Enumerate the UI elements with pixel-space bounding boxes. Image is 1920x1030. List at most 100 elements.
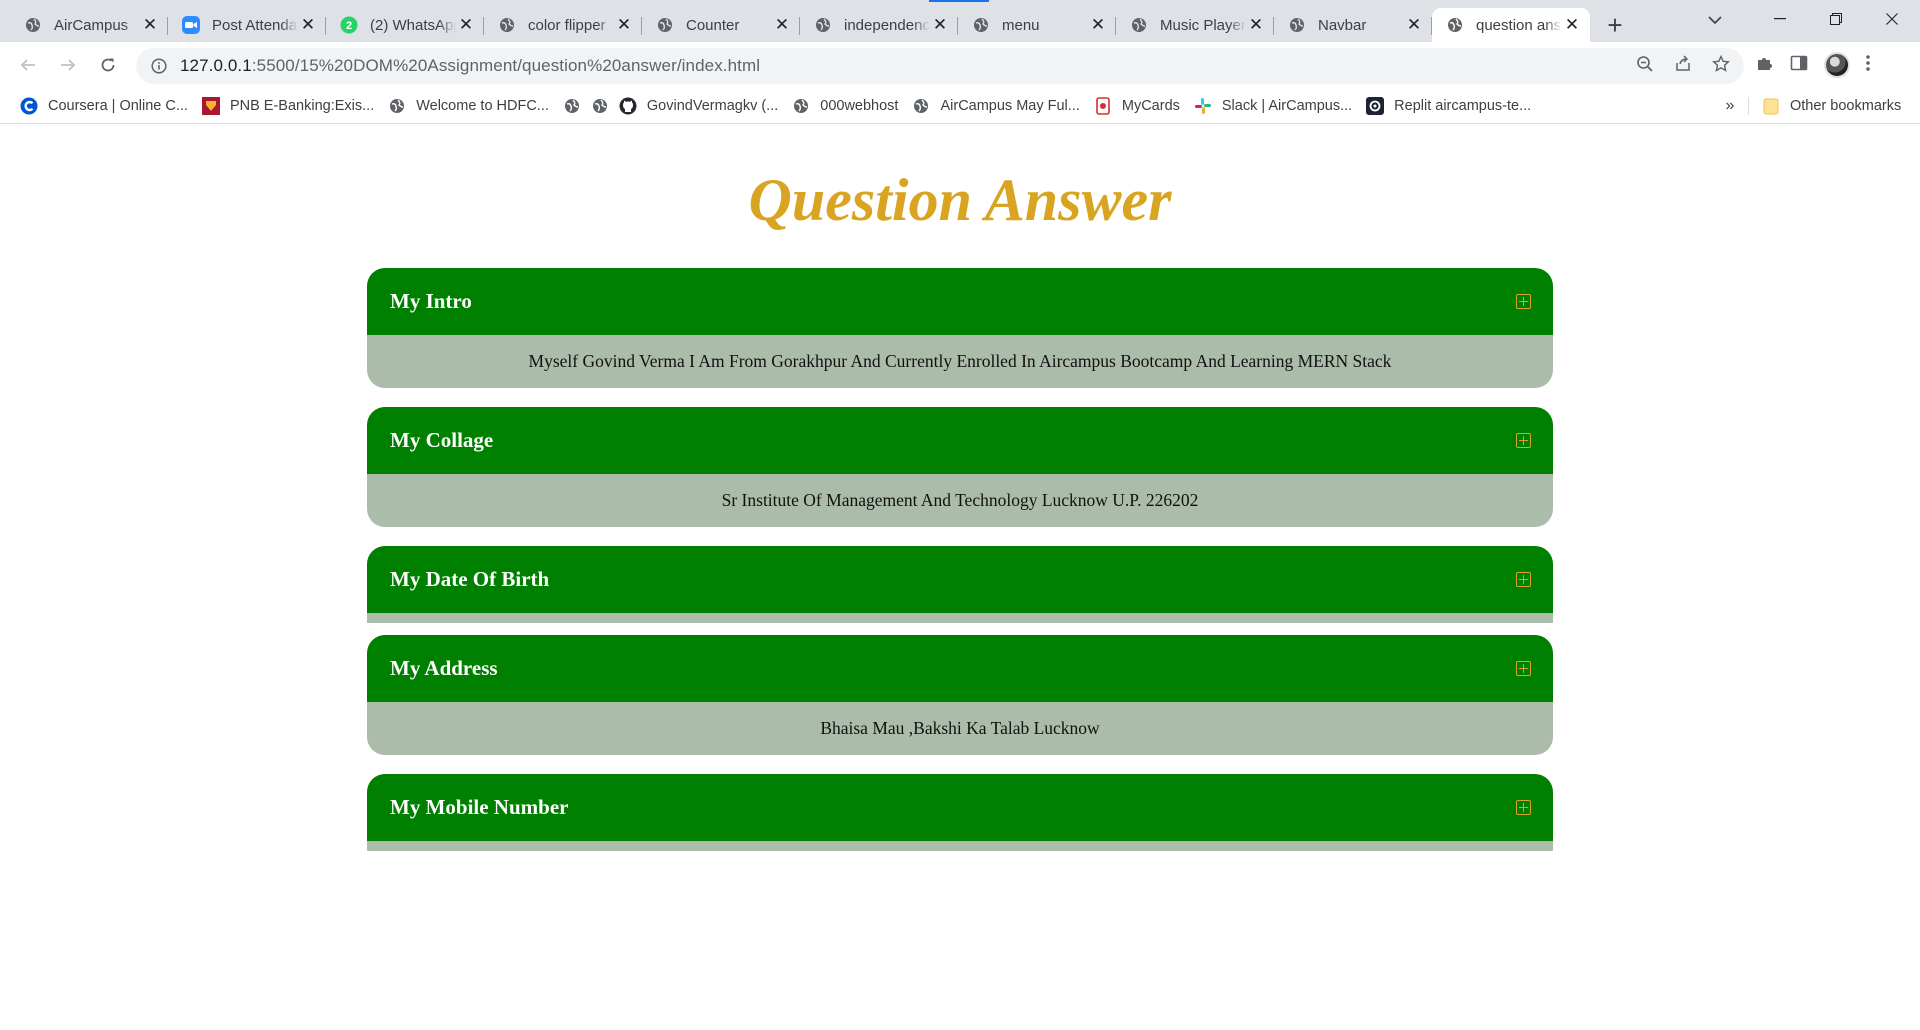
qa-question-header[interactable]: My Address (367, 635, 1553, 702)
bookmark-label: AirCampus May Ful... (940, 97, 1080, 114)
qa-answer-collapsed (367, 841, 1553, 851)
bookmark-label: Replit aircampus-te... (1394, 97, 1532, 114)
close-tab-icon[interactable]: ✕ (456, 15, 476, 35)
close-tab-icon[interactable]: ✕ (298, 15, 318, 35)
bookmark-slack[interactable]: Slack | AirCampus... (1190, 92, 1362, 120)
qa-question: My Mobile Number (390, 795, 569, 819)
bookmark-hdfc[interactable]: Welcome to HDFC... (384, 92, 559, 120)
tab-title: Counter (686, 16, 740, 34)
reload-icon (101, 58, 115, 72)
close-tab-icon[interactable]: ✕ (1088, 15, 1108, 35)
tab-title: question answer (1476, 16, 1562, 34)
expand-plus-icon[interactable] (1516, 661, 1531, 676)
qa-question-header[interactable]: My Date Of Birth (367, 546, 1553, 613)
minimize-button[interactable] (1752, 0, 1808, 38)
qa-question-header[interactable]: My Mobile Number (367, 774, 1553, 841)
bookmark-coursera[interactable]: Coursera | Online C... (16, 92, 198, 120)
bookmark-pnb[interactable]: PNB E-Banking:Exis... (198, 92, 384, 120)
close-tab-icon[interactable]: ✕ (1404, 15, 1424, 35)
share-icon[interactable] (1674, 54, 1692, 78)
bookmark-label: GovindVermagkv (... (646, 97, 779, 114)
tab-title: Post Attendance (212, 16, 298, 34)
close-tab-icon[interactable]: ✕ (140, 15, 160, 35)
bookmark-github[interactable]: GovindVermagkv (... (615, 92, 788, 120)
back-button[interactable] (8, 48, 48, 82)
close-tab-icon[interactable]: ✕ (614, 15, 634, 35)
tab-navbar[interactable]: Navbar ✕ (1274, 8, 1432, 42)
close-tab-icon[interactable]: ✕ (930, 15, 950, 35)
qa-item-address: My Address Bhaisa Mau ,Bakshi Ka Talab L… (367, 635, 1553, 755)
mycards-icon (1094, 96, 1112, 115)
browser-toolbar: 127.0.0.1:5500/15%20DOM%20Assignment/que… (0, 42, 1920, 88)
bookmark-label: MyCards (1121, 97, 1180, 114)
tab-title: Navbar (1318, 16, 1367, 34)
restore-button[interactable] (1808, 0, 1864, 38)
bookmark-star-icon[interactable] (1711, 54, 1731, 78)
qa-answer: Myself Govind Verma I Am From Gorakhpur … (367, 335, 1553, 388)
globe-icon (1288, 16, 1306, 34)
url-path: :5500/15%20DOM%20Assignment/question%20a… (251, 56, 761, 75)
tab-menu[interactable]: menu ✕ (958, 8, 1116, 42)
qa-question-header[interactable]: My Intro (367, 268, 1553, 335)
globe-icon (591, 97, 609, 115)
url-host: 127.0.0.1 (180, 56, 252, 75)
qa-question: My Intro (390, 289, 472, 313)
extensions-puzzle-icon[interactable] (1756, 54, 1774, 77)
profile-avatar[interactable] (1824, 52, 1850, 78)
reload-button[interactable] (88, 48, 128, 82)
bookmark-replit[interactable]: Replit aircampus-te... (1362, 92, 1541, 120)
tab-title: menu (1002, 16, 1040, 34)
whatsapp-icon: 2 (340, 16, 358, 34)
tab-independence[interactable]: independence ✕ (800, 8, 958, 42)
expand-plus-icon[interactable] (1516, 572, 1531, 587)
tab-search-chevron-icon[interactable] (1700, 8, 1730, 32)
window-controls (1752, 0, 1920, 38)
qa-question-header[interactable]: My Collage (367, 407, 1553, 474)
qa-item-intro: My Intro Myself Govind Verma I Am From G… (367, 268, 1553, 388)
more-bookmarks-button[interactable]: » (1720, 92, 1740, 120)
expand-plus-icon[interactable] (1516, 433, 1531, 448)
bookmark-label: PNB E-Banking:Exis... (229, 97, 375, 114)
pnb-icon (201, 96, 220, 115)
close-window-button[interactable] (1864, 0, 1920, 38)
folder-icon (1762, 97, 1780, 115)
globe-icon (1446, 16, 1464, 34)
close-tab-icon[interactable]: ✕ (1246, 15, 1266, 35)
zoom-out-icon[interactable] (1636, 55, 1654, 78)
bookmark-unnamed-2[interactable] (587, 92, 615, 120)
site-info-icon[interactable] (150, 57, 168, 75)
tab-music-player[interactable]: Music Player ✕ (1116, 8, 1274, 42)
tab-post-attendance[interactable]: Post Attendance ✕ (168, 8, 326, 42)
tab-counter[interactable]: Counter ✕ (642, 8, 800, 42)
tab-whatsapp[interactable]: 2 (2) WhatsApp ✕ (326, 8, 484, 42)
tab-title: color flipper (528, 16, 606, 34)
svg-text:2: 2 (346, 20, 352, 32)
qa-question: My Address (390, 656, 498, 680)
tab-aircampus[interactable]: AirCampus ✕ (10, 8, 168, 42)
other-bookmarks-folder[interactable]: Other bookmarks (1758, 92, 1911, 120)
bookmark-unnamed-1[interactable] (559, 92, 587, 120)
close-tab-icon[interactable]: ✕ (772, 15, 792, 35)
expand-plus-icon[interactable] (1516, 800, 1531, 815)
bookmark-000webhost[interactable]: 000webhost (788, 92, 908, 120)
globe-icon (388, 97, 406, 115)
toolbar-actions (1756, 48, 1870, 82)
side-panel-icon[interactable] (1790, 54, 1808, 77)
tab-question-answer[interactable]: question answer ✕ (1432, 8, 1590, 42)
globe-icon (912, 97, 930, 115)
bookmark-aircampus[interactable]: AirCampus May Ful... (908, 92, 1089, 120)
forward-button[interactable] (48, 48, 88, 82)
new-tab-button[interactable]: + (1598, 8, 1632, 42)
close-tab-icon[interactable]: ✕ (1562, 15, 1582, 35)
tab-title: independence (844, 16, 930, 34)
address-bar[interactable]: 127.0.0.1:5500/15%20DOM%20Assignment/que… (136, 48, 1744, 84)
qa-answer-collapsed (367, 613, 1553, 623)
bookmark-label: Other bookmarks (1790, 98, 1902, 114)
bookmark-mycards[interactable]: MyCards (1090, 92, 1190, 120)
expand-plus-icon[interactable] (1516, 294, 1531, 309)
qa-item-mobile-number: My Mobile Number (367, 774, 1553, 851)
browser-menu-icon[interactable] (1866, 54, 1870, 77)
slack-icon (1194, 97, 1212, 115)
globe-icon (792, 97, 810, 115)
tab-color-flipper[interactable]: color flipper ✕ (484, 8, 642, 42)
